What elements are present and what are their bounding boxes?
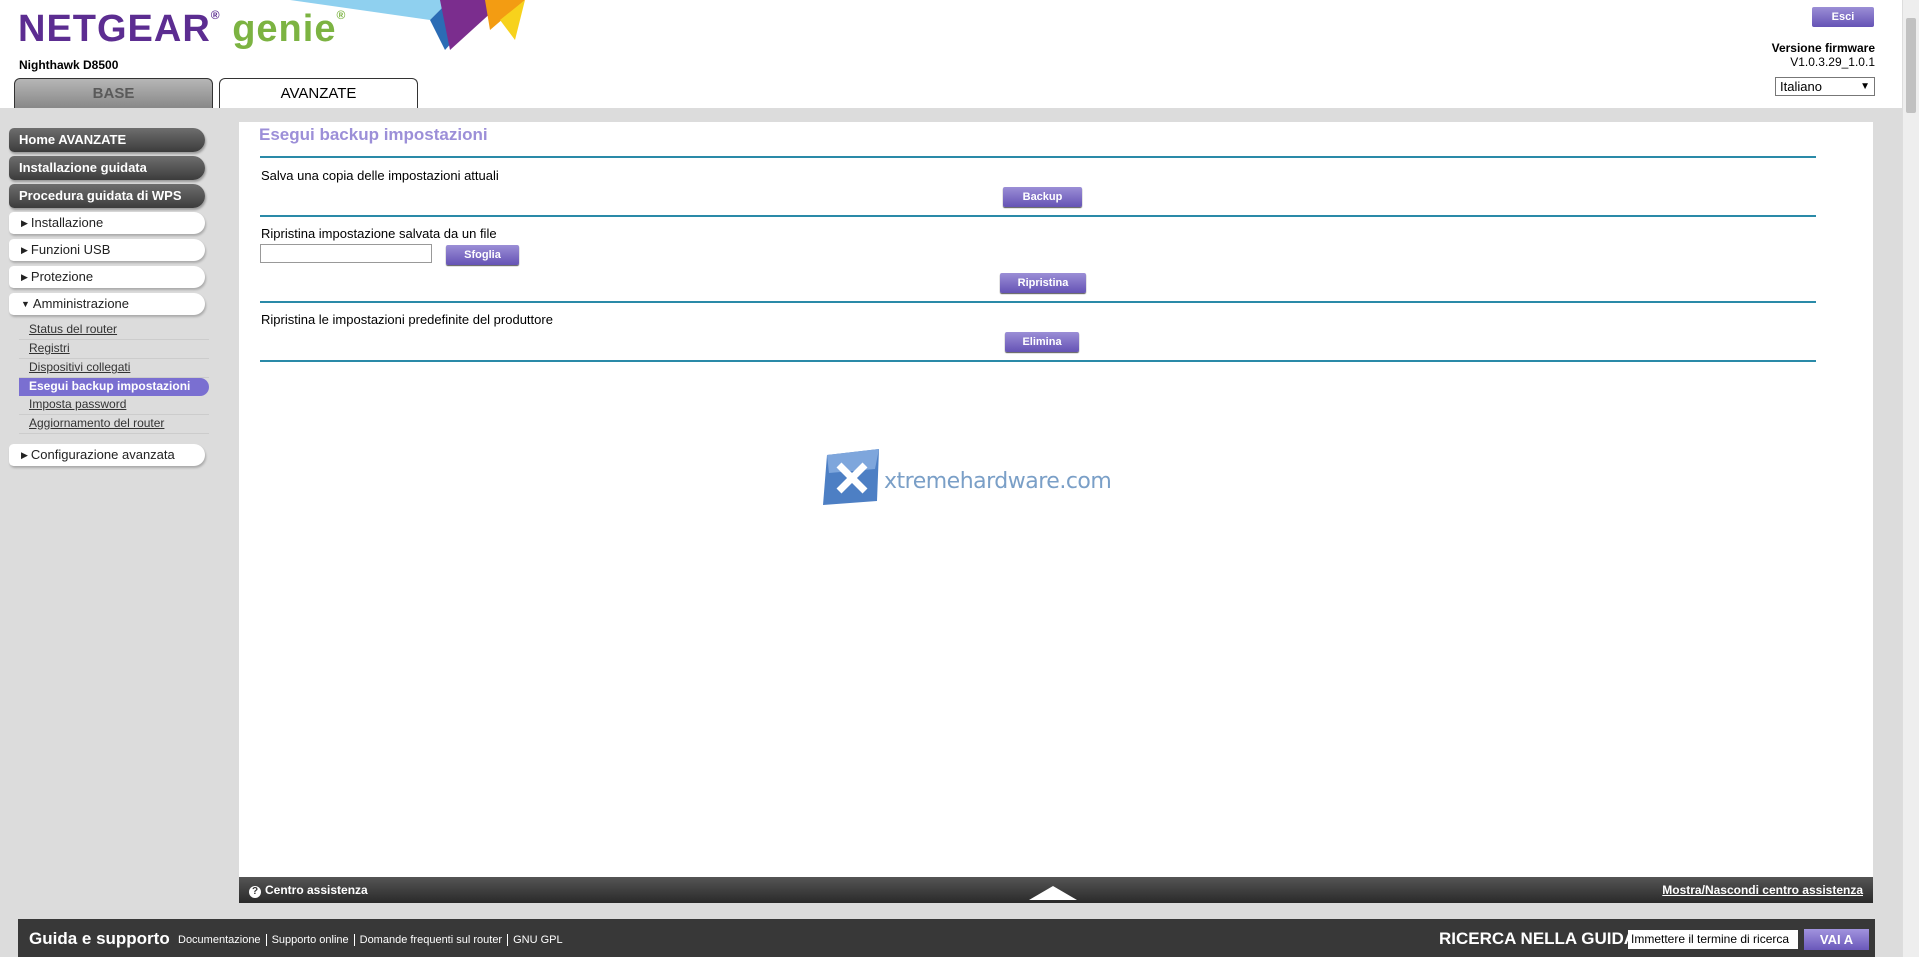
help-center-bar: ? Centro assistenza Mostra/Nascondi centr… bbox=[239, 877, 1873, 903]
link-online-support[interactable]: Supporto online bbox=[266, 934, 355, 946]
factory-reset-label: Ripristina le impostazioni predefinite d… bbox=[261, 312, 553, 327]
backup-label: Salva una copia delle impostazioni attua… bbox=[261, 168, 499, 183]
question-icon: ? bbox=[249, 886, 261, 898]
sidebar-item-router-status[interactable]: Status del router bbox=[19, 321, 209, 340]
administration-submenu: Status del router Registri Dispositivi c… bbox=[19, 321, 209, 434]
divider bbox=[260, 360, 1816, 362]
netgear-logo: NETGEAR® genie® bbox=[18, 8, 347, 50]
sidebar: Home AVANZATE Installazione guidata Proc… bbox=[9, 128, 209, 471]
help-search-button[interactable]: VAI A bbox=[1804, 929, 1869, 950]
sidebar-section-advanced-setup[interactable]: ▶ Configurazione avanzata bbox=[9, 444, 205, 466]
sidebar-section-label: Amministrazione bbox=[32, 296, 130, 311]
sidebar-section-label: Funzioni USB bbox=[30, 242, 111, 257]
scrollbar-thumb[interactable] bbox=[1906, 18, 1916, 113]
main-content: Esegui backup impostazioni Salva una cop… bbox=[239, 122, 1873, 877]
footer-title: Guida e supporto bbox=[29, 929, 170, 948]
page-title: Esegui backup impostazioni bbox=[259, 125, 488, 144]
sidebar-item-attached-devices[interactable]: Dispositivi collegati bbox=[19, 359, 209, 378]
sidebar-item-logs[interactable]: Registri bbox=[19, 340, 209, 359]
language-value: Italiano bbox=[1780, 79, 1822, 94]
tab-base[interactable]: BASE bbox=[14, 78, 213, 108]
triangle-down-icon: ▼ bbox=[21, 299, 30, 309]
firmware-version: V1.0.3.29_1.0.1 bbox=[1790, 55, 1875, 69]
sidebar-item-setup-wizard[interactable]: Installazione guidata bbox=[9, 156, 205, 180]
sidebar-item-router-update[interactable]: Aggiornamento del router bbox=[19, 415, 209, 434]
link-gnu-gpl[interactable]: GNU GPL bbox=[508, 934, 568, 946]
router-model: Nighthawk D8500 bbox=[19, 58, 119, 72]
erase-button[interactable]: Elimina bbox=[1005, 332, 1079, 352]
firmware-label: Versione firmware bbox=[1771, 41, 1875, 55]
sidebar-section-usb[interactable]: ▶ Funzioni USB bbox=[9, 239, 205, 261]
backup-button[interactable]: Backup bbox=[1003, 187, 1082, 207]
restore-button[interactable]: Ripristina bbox=[1000, 273, 1086, 293]
divider bbox=[260, 156, 1816, 158]
sidebar-section-security[interactable]: ▶ Protezione bbox=[9, 266, 205, 288]
sidebar-section-label: Protezione bbox=[30, 269, 94, 284]
watermark-text: xtremehardware.com bbox=[884, 469, 1112, 494]
help-center-label: Centro assistenza bbox=[265, 883, 368, 897]
sidebar-item-backup-settings[interactable]: Esegui backup impostazioni bbox=[19, 378, 209, 396]
header: NETGEAR® genie® Nighthawk D8500 BASE AVA… bbox=[0, 0, 1919, 108]
sidebar-section-setup[interactable]: ▶ Installazione bbox=[9, 212, 205, 234]
tab-advanced[interactable]: AVANZATE bbox=[219, 78, 418, 108]
divider bbox=[260, 301, 1816, 303]
divider bbox=[260, 215, 1816, 217]
toggle-help-center-link[interactable]: Mostra/Nascondi centro assistenza bbox=[1662, 883, 1863, 897]
triangle-right-icon: ▶ bbox=[21, 450, 28, 460]
language-select[interactable]: Italiano ▼ bbox=[1775, 77, 1875, 96]
sidebar-item-set-password[interactable]: Imposta password bbox=[19, 396, 209, 415]
watermark: xtremehardware.com bbox=[819, 447, 1112, 512]
sidebar-item-wps-wizard[interactable]: Procedura guidata di WPS bbox=[9, 184, 205, 208]
link-router-faq[interactable]: Domande frequenti sul router bbox=[354, 934, 509, 946]
help-center-title[interactable]: ? Centro assistenza bbox=[249, 883, 368, 898]
sidebar-section-label: Installazione bbox=[30, 215, 104, 230]
sidebar-section-administration[interactable]: ▼ Amministrazione bbox=[9, 293, 205, 315]
page-scrollbar[interactable] bbox=[1902, 0, 1919, 957]
help-search-title: RICERCA NELLA GUIDA bbox=[1439, 929, 1637, 948]
expand-arrow-icon[interactable] bbox=[1029, 886, 1077, 900]
help-search-input[interactable]: Immettere il termine di ricerca bbox=[1628, 930, 1798, 949]
logout-button[interactable]: Esci bbox=[1812, 7, 1874, 27]
watermark-logo bbox=[823, 449, 879, 505]
restore-file-input[interactable] bbox=[260, 244, 432, 263]
footer-links: Documentazione Supporto online Domande fre… bbox=[173, 934, 568, 946]
browse-button[interactable]: Sfoglia bbox=[446, 245, 519, 265]
triangle-right-icon: ▶ bbox=[21, 245, 28, 255]
triangle-right-icon: ▶ bbox=[21, 272, 28, 282]
link-documentation[interactable]: Documentazione bbox=[173, 934, 267, 946]
chevron-down-icon: ▼ bbox=[1860, 81, 1870, 92]
sidebar-section-label: Configurazione avanzata bbox=[30, 447, 175, 462]
sidebar-item-home-advanced[interactable]: Home AVANZATE bbox=[9, 128, 205, 152]
restore-label: Ripristina impostazione salvata da un fi… bbox=[261, 226, 497, 241]
triangle-right-icon: ▶ bbox=[21, 218, 28, 228]
footer: Guida e supporto Documentazione Supporto … bbox=[18, 919, 1875, 957]
